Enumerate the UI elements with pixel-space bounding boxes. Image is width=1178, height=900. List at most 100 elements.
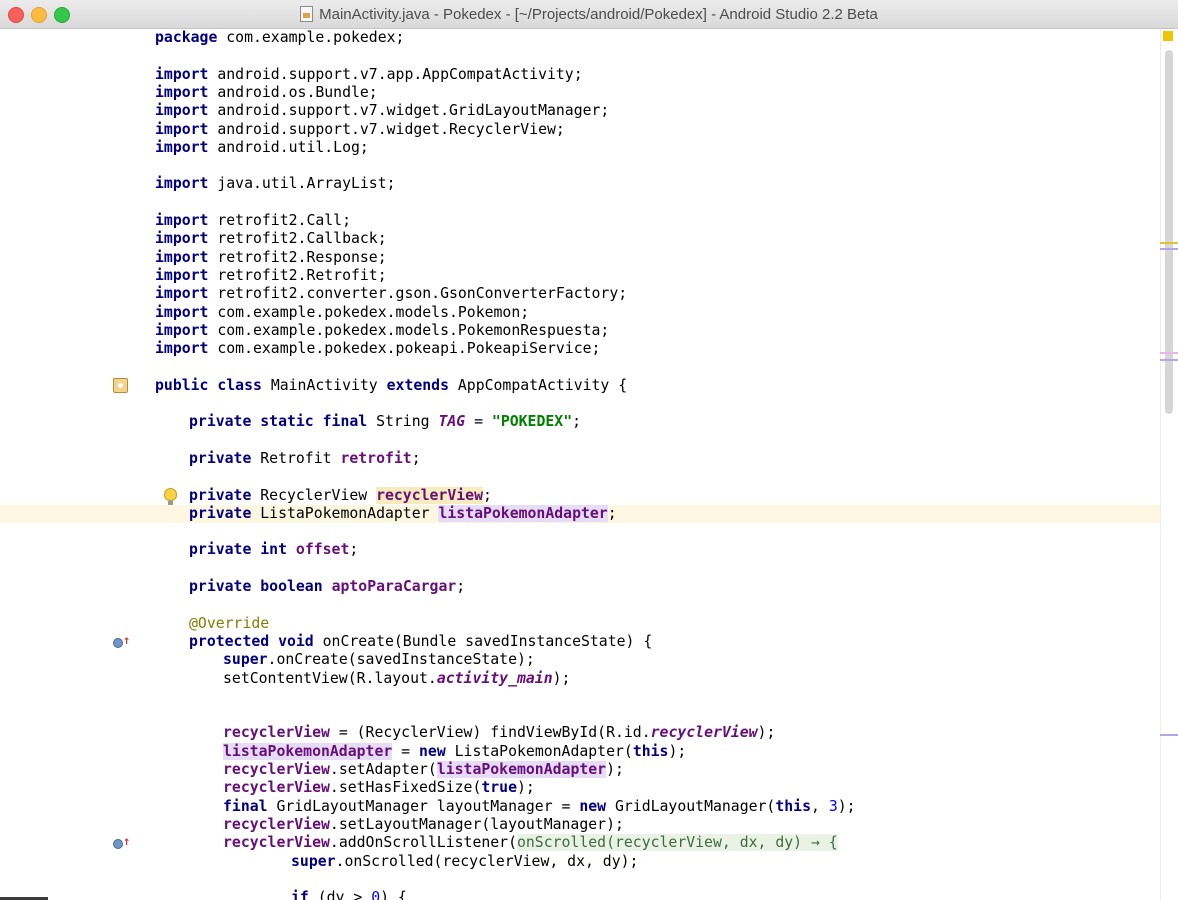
code-token: com.example.pokedex.pokeapi.PokeapiServi… [208,340,601,358]
code-line[interactable] [0,706,1160,724]
code-token: ListaPokemonAdapter( [445,742,633,760]
code-token: private [189,449,252,467]
code-token: ); [517,779,535,797]
code-line[interactable]: recyclerView.setLayoutManager(layoutMana… [0,816,1160,834]
code-line[interactable]: import android.support.v7.widget.GridLay… [0,102,1160,120]
code-token: android.os.Bundle; [208,83,378,101]
code-token: retrofit [340,449,412,467]
window-title: MainActivity.java - Pokedex - [~/Project… [0,0,1178,28]
class-icon[interactable] [113,377,128,393]
code-token: (dy > [308,889,372,900]
code-line[interactable]: private boolean aptoParaCargar; [0,578,1160,596]
override-icon[interactable]: ↑ [113,834,130,850]
code-line[interactable] [0,560,1160,578]
code-line[interactable] [0,157,1160,175]
code-line[interactable]: private static final String TAG = "POKED… [0,413,1160,431]
code-line[interactable]: import retrofit2.Call; [0,212,1160,230]
code-line[interactable]: if (dy > 0) { [0,889,1160,900]
scrollbar-marker[interactable] [1160,352,1178,355]
code-line[interactable]: import android.support.v7.app.AppCompatA… [0,66,1160,84]
code-line[interactable]: package com.example.pokedex; [0,29,1160,47]
code-token: import [155,212,209,229]
code-line[interactable]: private ListaPokemonAdapter listaPokemon… [0,504,1160,524]
code-line[interactable]: public class MainActivity extends AppCom… [0,377,1160,395]
code-token: import [155,138,209,156]
code-line[interactable]: private int offset; [0,541,1160,559]
code-line[interactable]: import android.util.Log; [0,139,1160,157]
code-line[interactable] [0,194,1160,212]
code-line[interactable] [0,523,1160,541]
code-line[interactable]: recyclerView.addOnScrollListener(onScrol… [0,834,1160,852]
scrollbar-marker[interactable] [1160,733,1178,736]
bulb-icon[interactable] [164,487,177,505]
code-token: onScrolled(recyclerView, dx, dy) → { [516,834,838,852]
code-line[interactable]: recyclerView.setAdapter(listaPokemonAdap… [0,761,1160,779]
scrollbar-marker[interactable] [1160,359,1178,362]
code-line[interactable]: @Override [0,615,1160,633]
code-line[interactable]: protected void onCreate(Bundle savedInst… [0,633,1160,651]
code-line[interactable]: import com.example.pokedex.pokeapi.Pokea… [0,340,1160,358]
code-line[interactable] [0,596,1160,614]
code-token: ; [456,578,466,595]
code-token: android.util.Log; [208,138,369,156]
code-token: .onCreate(savedInstanceState); [267,651,535,669]
code-token: com.example.pokedex.models.Pokemon; [208,303,530,321]
code-line[interactable]: import android.support.v7.widget.Recycle… [0,121,1160,139]
code-token: new [419,742,446,760]
code-line[interactable] [0,468,1160,486]
code-line[interactable]: super.onScrolled(recyclerView, dx, dy); [0,853,1160,871]
code-token: = (RecyclerView) findViewById(R.id. [329,724,651,742]
title-bar[interactable]: MainActivity.java - Pokedex - [~/Project… [0,0,1178,29]
code-token: recyclerView [223,834,330,852]
code-token: if [291,889,309,900]
code-token: import [155,175,209,193]
code-token: import [155,83,209,101]
code-token: import [155,230,209,248]
code-token: import [155,266,209,284]
code-token: ; [349,541,359,559]
code-line[interactable]: import java.util.ArrayList; [0,175,1160,193]
code-line[interactable] [0,358,1160,376]
code-token: java.util.ArrayList; [208,175,396,193]
inspection-status-indicator[interactable] [1163,31,1173,41]
code-token: @Override [189,614,270,632]
code-token: aptoParaCargar [331,578,457,595]
code-line[interactable]: import retrofit2.Response; [0,249,1160,267]
code-line[interactable]: private Retrofit retrofit; [0,450,1160,468]
scrollbar-marker[interactable] [1160,248,1178,251]
code-line[interactable]: super.onCreate(savedInstanceState); [0,651,1160,669]
code-line[interactable]: import retrofit2.converter.gson.GsonConv… [0,285,1160,303]
code-token: ); [668,742,687,760]
override-icon[interactable]: ↑ [113,633,130,649]
code-token: .addOnScrollListener( [329,834,517,852]
code-token: activity_main [436,669,553,687]
code-line[interactable] [0,688,1160,706]
code-token: import [155,248,209,266]
code-line[interactable]: setContentView(R.layout.activity_main); [0,670,1160,688]
scrollbar-marker[interactable] [1160,241,1178,244]
code-line[interactable]: import com.example.pokedex.models.Pokemo… [0,304,1160,322]
code-token: this [632,742,669,760]
code-token: recyclerView [223,779,330,797]
code-line[interactable] [0,871,1160,889]
code-line[interactable]: listaPokemonAdapter = new ListaPokemonAd… [0,742,1160,761]
code-line[interactable]: import android.os.Bundle; [0,84,1160,102]
code-token: import [155,65,209,83]
code-editor[interactable]: package com.example.pokedex; import andro… [0,29,1160,900]
code-line[interactable]: recyclerView.setHasFixedSize(true); [0,779,1160,797]
code-token: private boolean [189,578,323,595]
code-token: ; [572,413,582,431]
code-token: listaPokemonAdapter [438,504,608,522]
code-token: retrofit2.Response; [208,248,387,266]
code-line[interactable] [0,47,1160,65]
code-line[interactable] [0,432,1160,450]
code-line[interactable]: recyclerView = (RecyclerView) findViewBy… [0,724,1160,742]
code-line[interactable]: import retrofit2.Retrofit; [0,267,1160,285]
code-line[interactable]: final GridLayoutManager layoutManager = … [0,798,1160,816]
code-line[interactable] [0,395,1160,413]
java-file-icon [300,6,314,22]
code-token: import [155,340,209,358]
code-line[interactable]: import retrofit2.Callback; [0,230,1160,248]
code-line[interactable]: import com.example.pokedex.models.Pokemo… [0,322,1160,340]
